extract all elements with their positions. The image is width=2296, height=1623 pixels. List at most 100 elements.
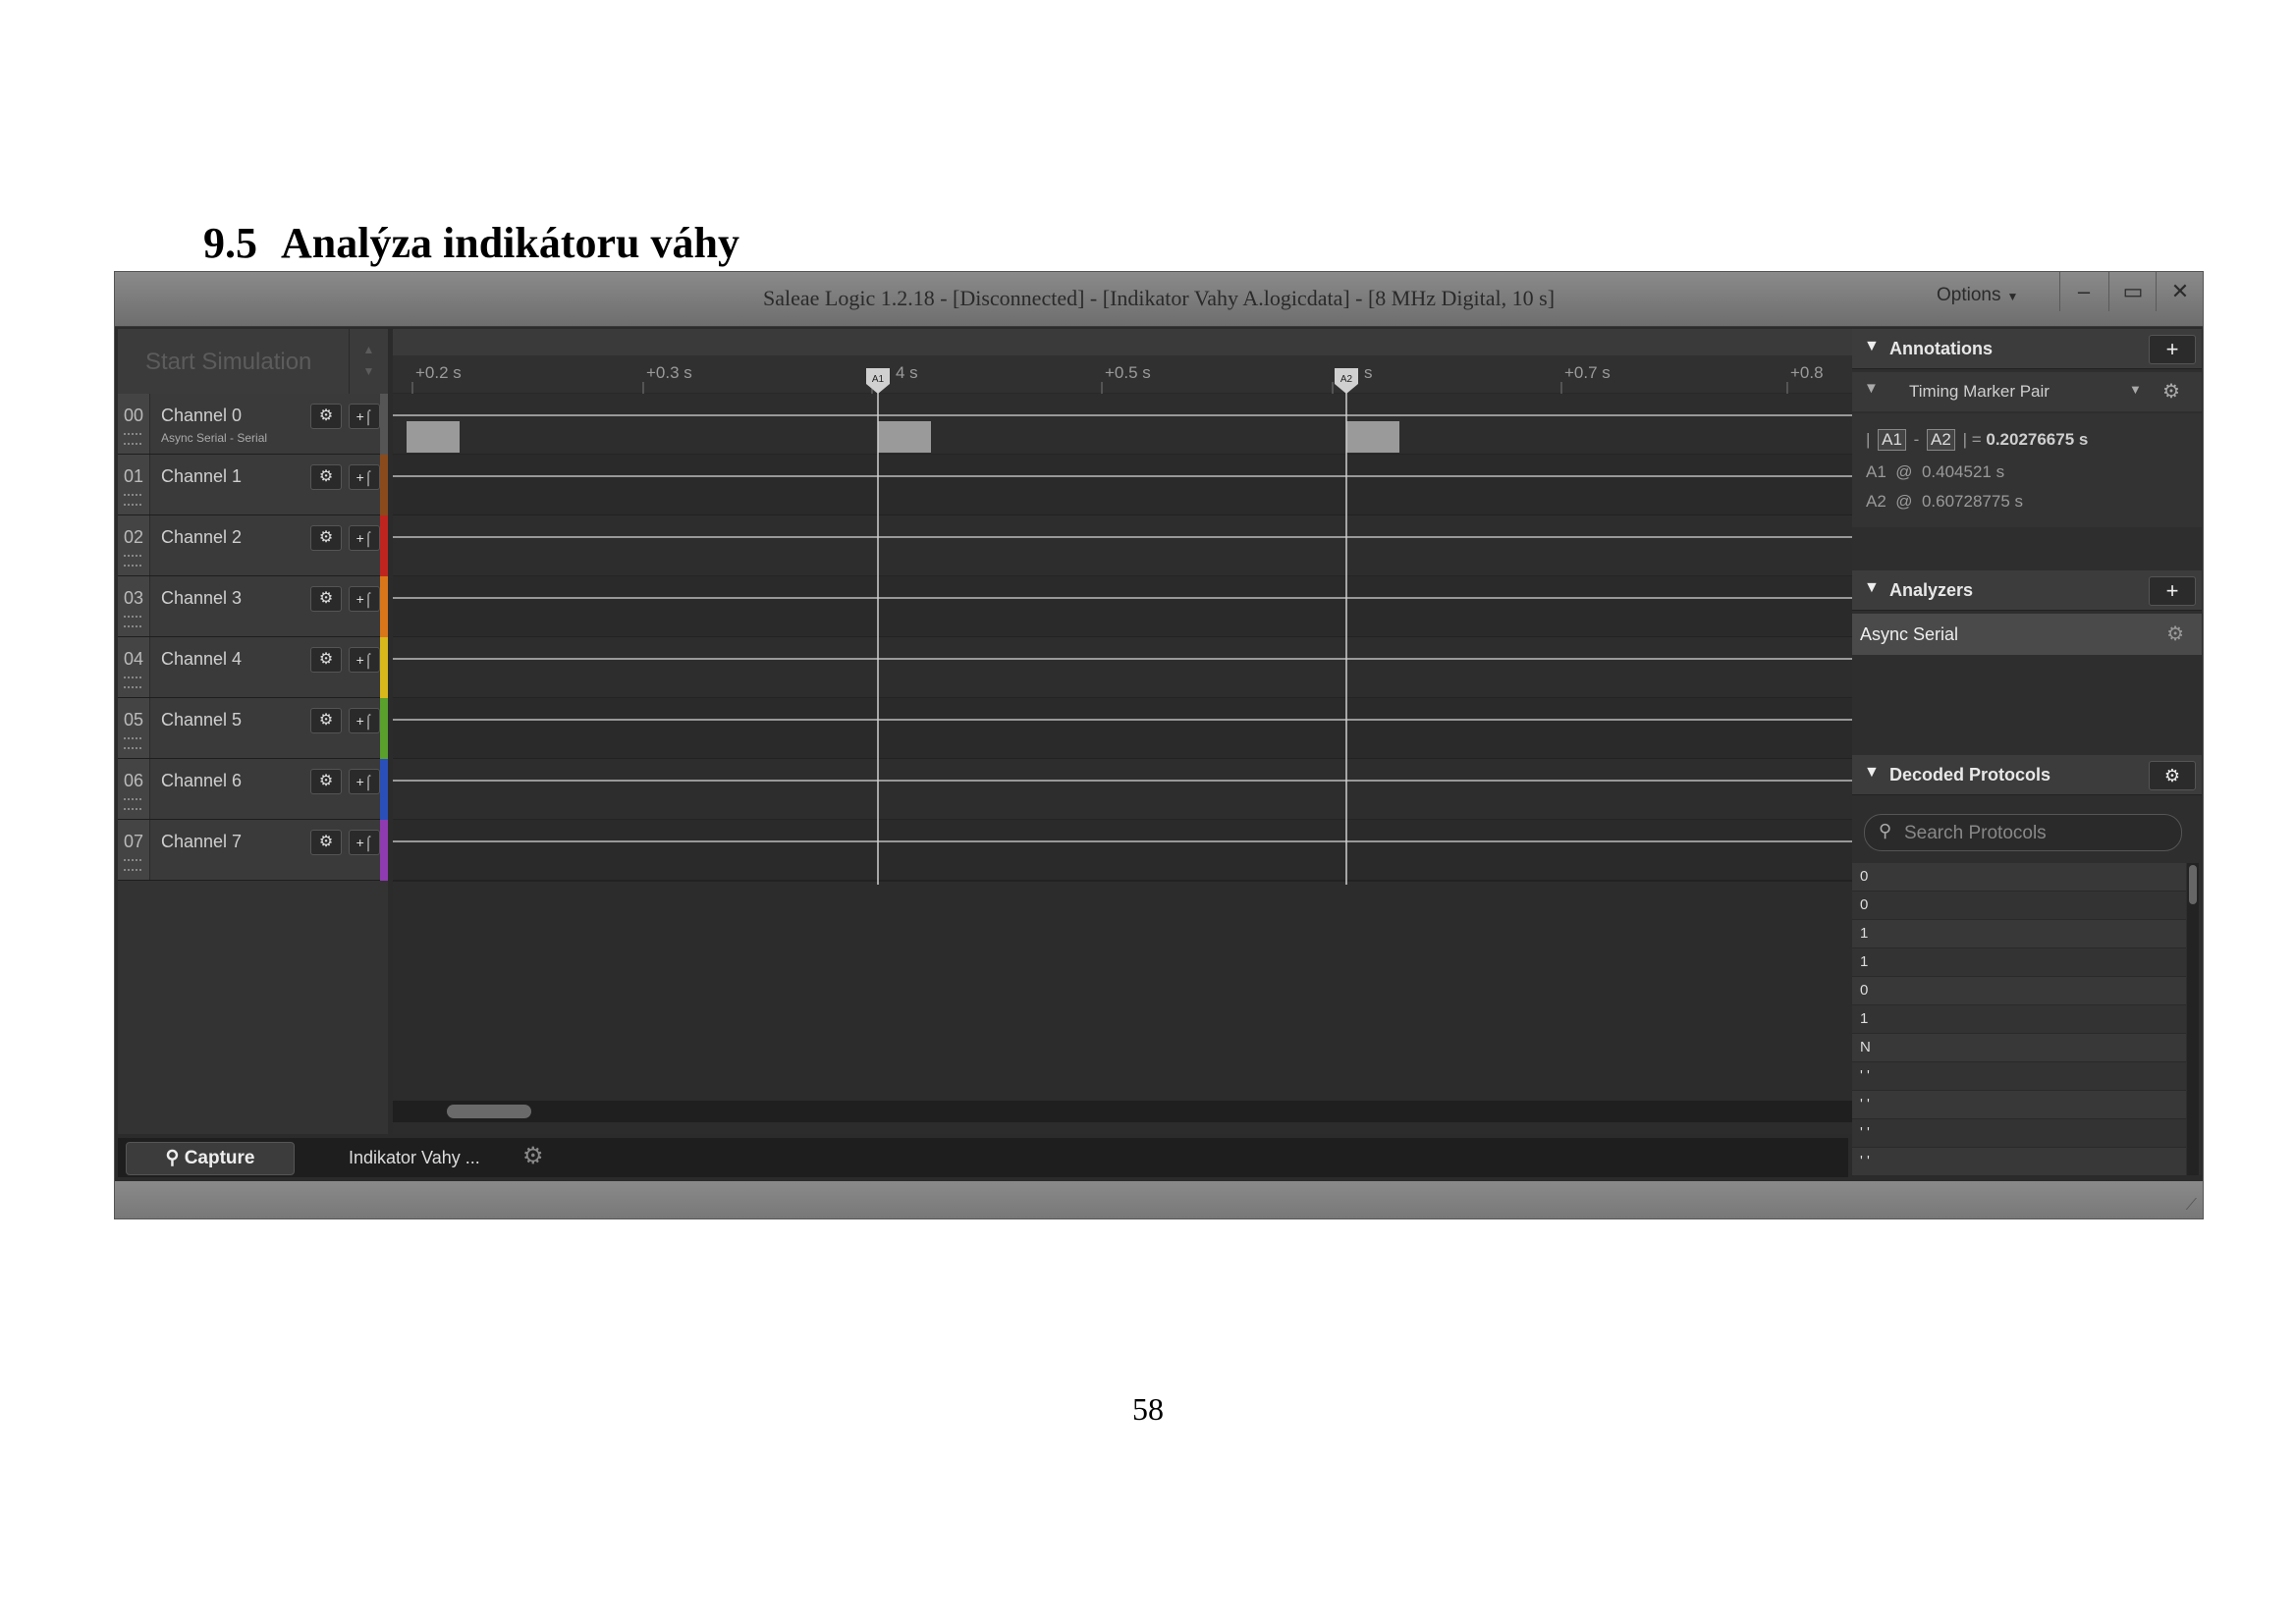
waveform-area[interactable]: +0.2 s +0.3 s 4 s +0.5 s s +0.7 s +0.8 A1 A2 [393,329,1957,1134]
time-tick-label: +0.2 s [415,363,462,382]
timing-marker-row[interactable]: ▼ Timing Marker Pair ▼ ⚙ [1852,372,2202,411]
trigger-button[interactable]: +⌠ [349,769,380,794]
add-analyzer-button[interactable]: + [2149,576,2196,606]
channel-name[interactable]: Channel 6 [161,771,242,791]
minimize-button[interactable]: – [2059,272,2107,311]
channel-number: 06 [118,759,150,819]
scroll-thumb[interactable] [2189,865,2197,904]
channel-settings-button[interactable]: ⚙ [310,830,342,855]
channel-name[interactable]: Channel 7 [161,832,242,852]
drag-handle-icon[interactable] [124,798,141,810]
section-title: Analýza indikátoru váhy [281,219,739,267]
trigger-button[interactable]: +⌠ [349,404,380,429]
a1-label: A1 [1866,462,1886,481]
gear-icon[interactable]: ⚙ [2166,622,2184,646]
options-menu[interactable]: Options ▼ [1937,285,2018,306]
tab-file[interactable]: Indikator Vahy ... [349,1148,480,1168]
channel-name[interactable]: Channel 0 [161,406,242,426]
drag-handle-icon[interactable] [124,616,141,627]
collapse-triangle-icon: ▼ [1864,579,1880,596]
horizontal-scrollbar[interactable] [393,1101,1957,1122]
window-title: Saleae Logic 1.2.18 - [Disconnected] - [… [762,286,1556,310]
channel-settings-button[interactable]: ⚙ [310,464,342,490]
channel-color-stripe [380,820,388,881]
tab-capture[interactable]: ⚲ Capture [126,1142,295,1175]
drag-handle-icon[interactable] [124,494,141,506]
channel-name[interactable]: Channel 4 [161,649,242,670]
timing-marker-details: | A1 - A2 | = 0.20276675 s A1 @ 0.404521… [1852,413,2202,527]
drag-handle-icon[interactable] [124,737,141,749]
annotations-header[interactable]: ▼ Annotations + [1852,329,2202,369]
channel-row[interactable]: 01 Channel 1 ⚙ +⌠ [118,455,388,515]
simulation-stepper[interactable]: ▲ ▼ [349,329,388,394]
gear-icon[interactable]: ⚙ [522,1142,544,1170]
trigger-button[interactable]: +⌠ [349,830,380,855]
channel-settings-button[interactable]: ⚙ [310,525,342,551]
channel-number-label: 04 [124,649,144,669]
maximize-button[interactable]: ▭ [2108,272,2157,311]
channel-lane [393,576,1957,637]
channel-name[interactable]: Channel 5 [161,710,242,730]
channel-number-label: 02 [124,527,144,547]
trigger-button[interactable]: +⌠ [349,586,380,612]
channel-row[interactable]: 02 Channel 2 ⚙ +⌠ [118,515,388,576]
channel-number-label: 00 [124,406,144,425]
decoded-row[interactable]: N [1852,1034,2186,1062]
drag-handle-icon[interactable] [124,555,141,567]
scroll-thumb[interactable] [447,1105,531,1118]
channel-name[interactable]: Channel 2 [161,527,242,548]
decoded-row[interactable]: 1 [1852,1005,2186,1034]
decoded-row[interactable]: 1 [1852,948,2186,977]
decoded-row[interactable]: 0 [1852,863,2186,892]
channel-row[interactable]: 04 Channel 4 ⚙ +⌠ [118,637,388,698]
channel-name[interactable]: Channel 1 [161,466,242,487]
decoded-row[interactable]: ' ' [1852,1091,2186,1119]
channel-color-stripe [380,576,388,637]
channel-settings-button[interactable]: ⚙ [310,769,342,794]
trigger-button[interactable]: +⌠ [349,464,380,490]
trigger-button[interactable]: +⌠ [349,525,380,551]
channel-row[interactable]: 07 Channel 7 ⚙ +⌠ [118,820,388,881]
channel-row[interactable]: 03 Channel 3 ⚙ +⌠ [118,576,388,637]
drag-handle-icon[interactable] [124,433,141,445]
drag-handle-icon[interactable] [124,859,141,871]
resize-grip-icon[interactable]: ⟋ [2186,1197,2197,1215]
gear-icon[interactable]: ⚙ [2162,379,2180,404]
decoded-row[interactable]: ' ' [1852,1062,2186,1091]
channel-settings-button[interactable]: ⚙ [310,586,342,612]
decoded-protocols-title: Decoded Protocols [1889,765,2051,784]
channel-name[interactable]: Channel 3 [161,588,242,609]
decoded-protocols-header[interactable]: ▼ Decoded Protocols ⚙ [1852,755,2202,795]
chevron-down-icon[interactable]: ▼ [2129,382,2142,397]
gear-icon[interactable]: ⚙ [2149,761,2196,790]
decoded-row[interactable]: 1 [1852,920,2186,948]
start-simulation-button[interactable]: Start Simulation ▲ ▼ [118,329,388,395]
add-annotation-button[interactable]: + [2149,335,2196,364]
channel-settings-button[interactable]: ⚙ [310,647,342,673]
vertical-scrollbar[interactable] [2187,863,2199,1175]
decoded-row[interactable]: ' ' [1852,1148,2186,1176]
a2-label: A2 [1866,492,1886,511]
channel-settings-button[interactable]: ⚙ [310,708,342,733]
channel-row[interactable]: 06 Channel 6 ⚙ +⌠ [118,759,388,820]
timing-marker-label: Timing Marker Pair [1909,382,2050,401]
channel-color-stripe [380,394,388,455]
analyzers-header[interactable]: ▼ Analyzers + [1852,570,2202,611]
channel-settings-button[interactable]: ⚙ [310,404,342,429]
channel-lane [393,515,1957,576]
decoded-row[interactable]: ' ' [1852,1119,2186,1148]
channel-number: 03 [118,576,150,636]
analyzer-item[interactable]: Async Serial ⚙ [1852,614,2202,655]
channel-row[interactable]: 05 Channel 5 ⚙ +⌠ [118,698,388,759]
trigger-button[interactable]: +⌠ [349,647,380,673]
channel-row[interactable]: 00 Channel 0 Async Serial - Serial ⚙ +⌠ [118,394,388,455]
drag-handle-icon[interactable] [124,676,141,688]
search-protocols-input[interactable]: ⚲ Search Protocols [1864,814,2182,851]
decoded-row[interactable]: 0 [1852,977,2186,1005]
channel-lane [393,698,1957,759]
channel-number-label: 06 [124,771,144,790]
serial-frame [1346,421,1399,453]
close-button[interactable]: ✕ [2156,272,2203,311]
trigger-button[interactable]: +⌠ [349,708,380,733]
decoded-row[interactable]: 0 [1852,892,2186,920]
